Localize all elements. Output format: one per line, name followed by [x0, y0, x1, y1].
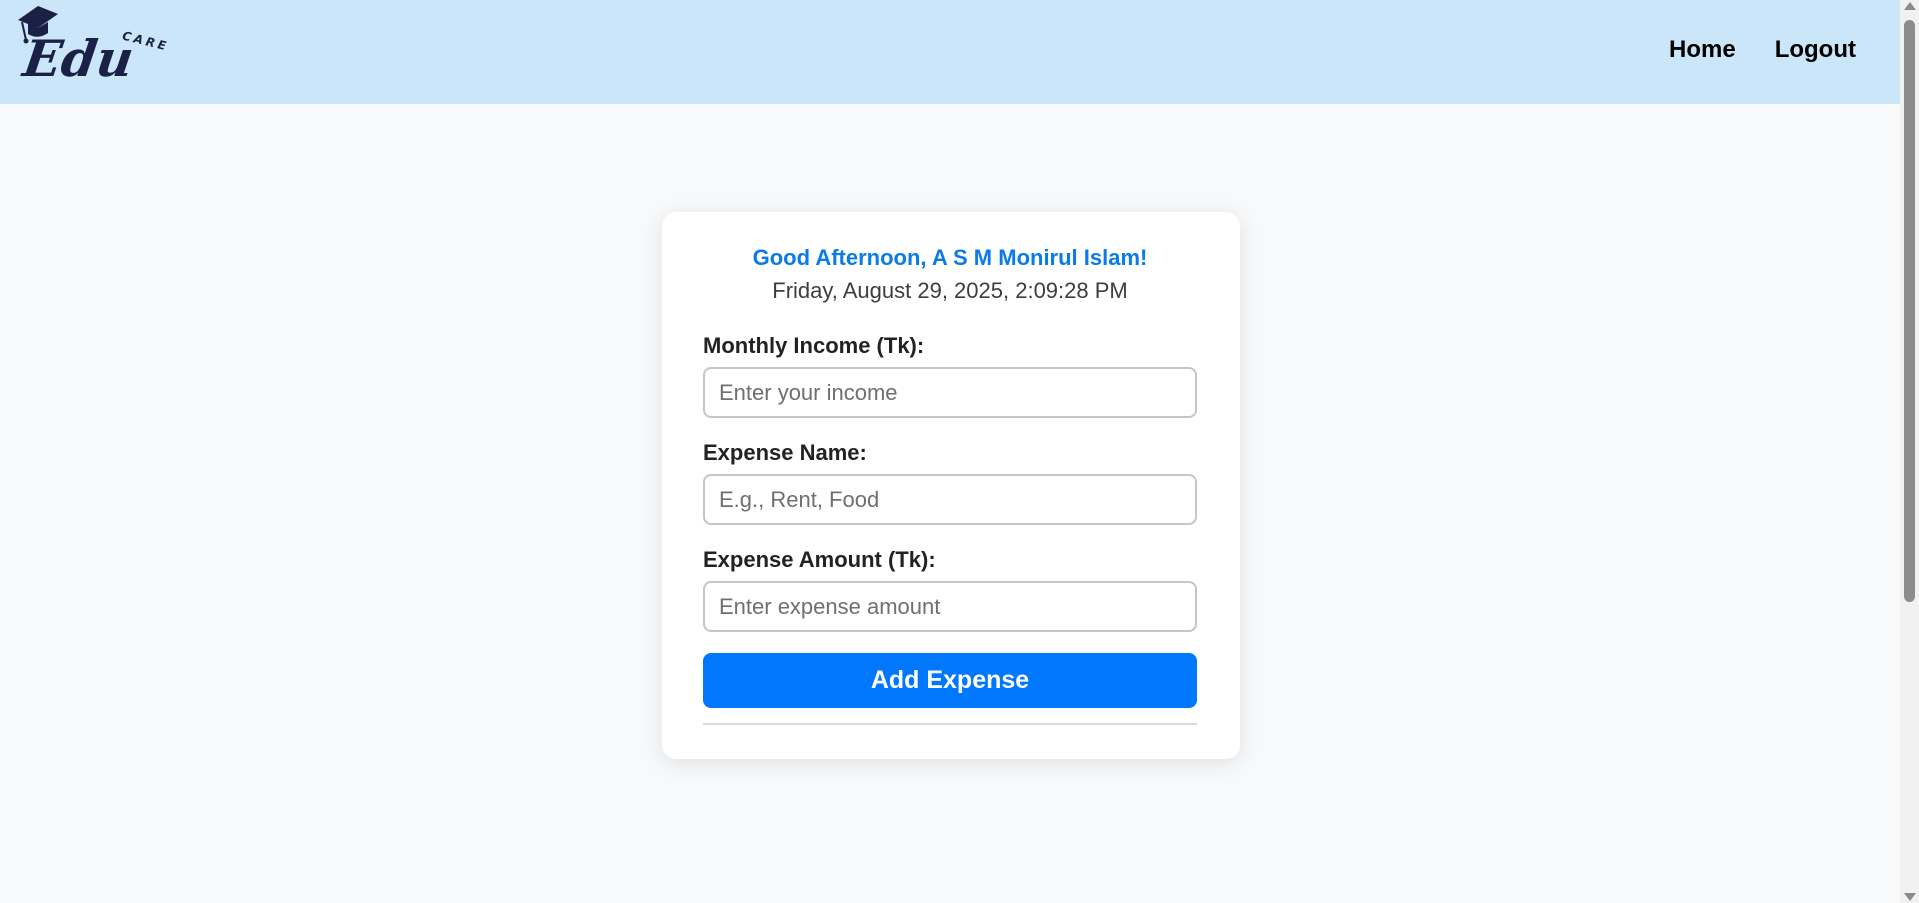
vertical-scrollbar[interactable]	[1900, 0, 1919, 903]
nav-logout-link[interactable]: Logout	[1775, 36, 1856, 64]
expense-amount-input[interactable]	[703, 581, 1197, 632]
logo-main-text: Edu	[18, 29, 138, 86]
navbar: Edu CARE Home Logout	[0, 0, 1900, 104]
page: Edu CARE Home Logout Good Afternoon, A S…	[0, 0, 1919, 903]
edu-care-logo[interactable]: Edu CARE	[16, 0, 176, 86]
add-expense-button[interactable]: Add Expense	[703, 653, 1197, 708]
scroll-down-arrow-icon[interactable]	[1904, 893, 1916, 901]
scrollbar-thumb[interactable]	[1904, 20, 1915, 602]
nav-home-link[interactable]: Home	[1669, 36, 1736, 64]
expense-name-input[interactable]	[703, 474, 1197, 525]
income-label: Monthly Income (Tk):	[703, 333, 925, 358]
scroll-up-arrow-icon[interactable]	[1904, 2, 1916, 10]
expense-amount-label: Expense Amount (Tk):	[703, 547, 936, 572]
greeting-text: Good Afternoon, A S M Monirul Islam!	[752, 245, 1148, 270]
expense-name-label: Expense Name:	[703, 440, 867, 465]
card-divider	[703, 723, 1197, 725]
nav-links: Home Logout	[1669, 36, 1856, 64]
income-input[interactable]	[703, 367, 1197, 418]
datetime-text: Friday, August 29, 2025, 2:09:28 PM	[772, 278, 1128, 303]
